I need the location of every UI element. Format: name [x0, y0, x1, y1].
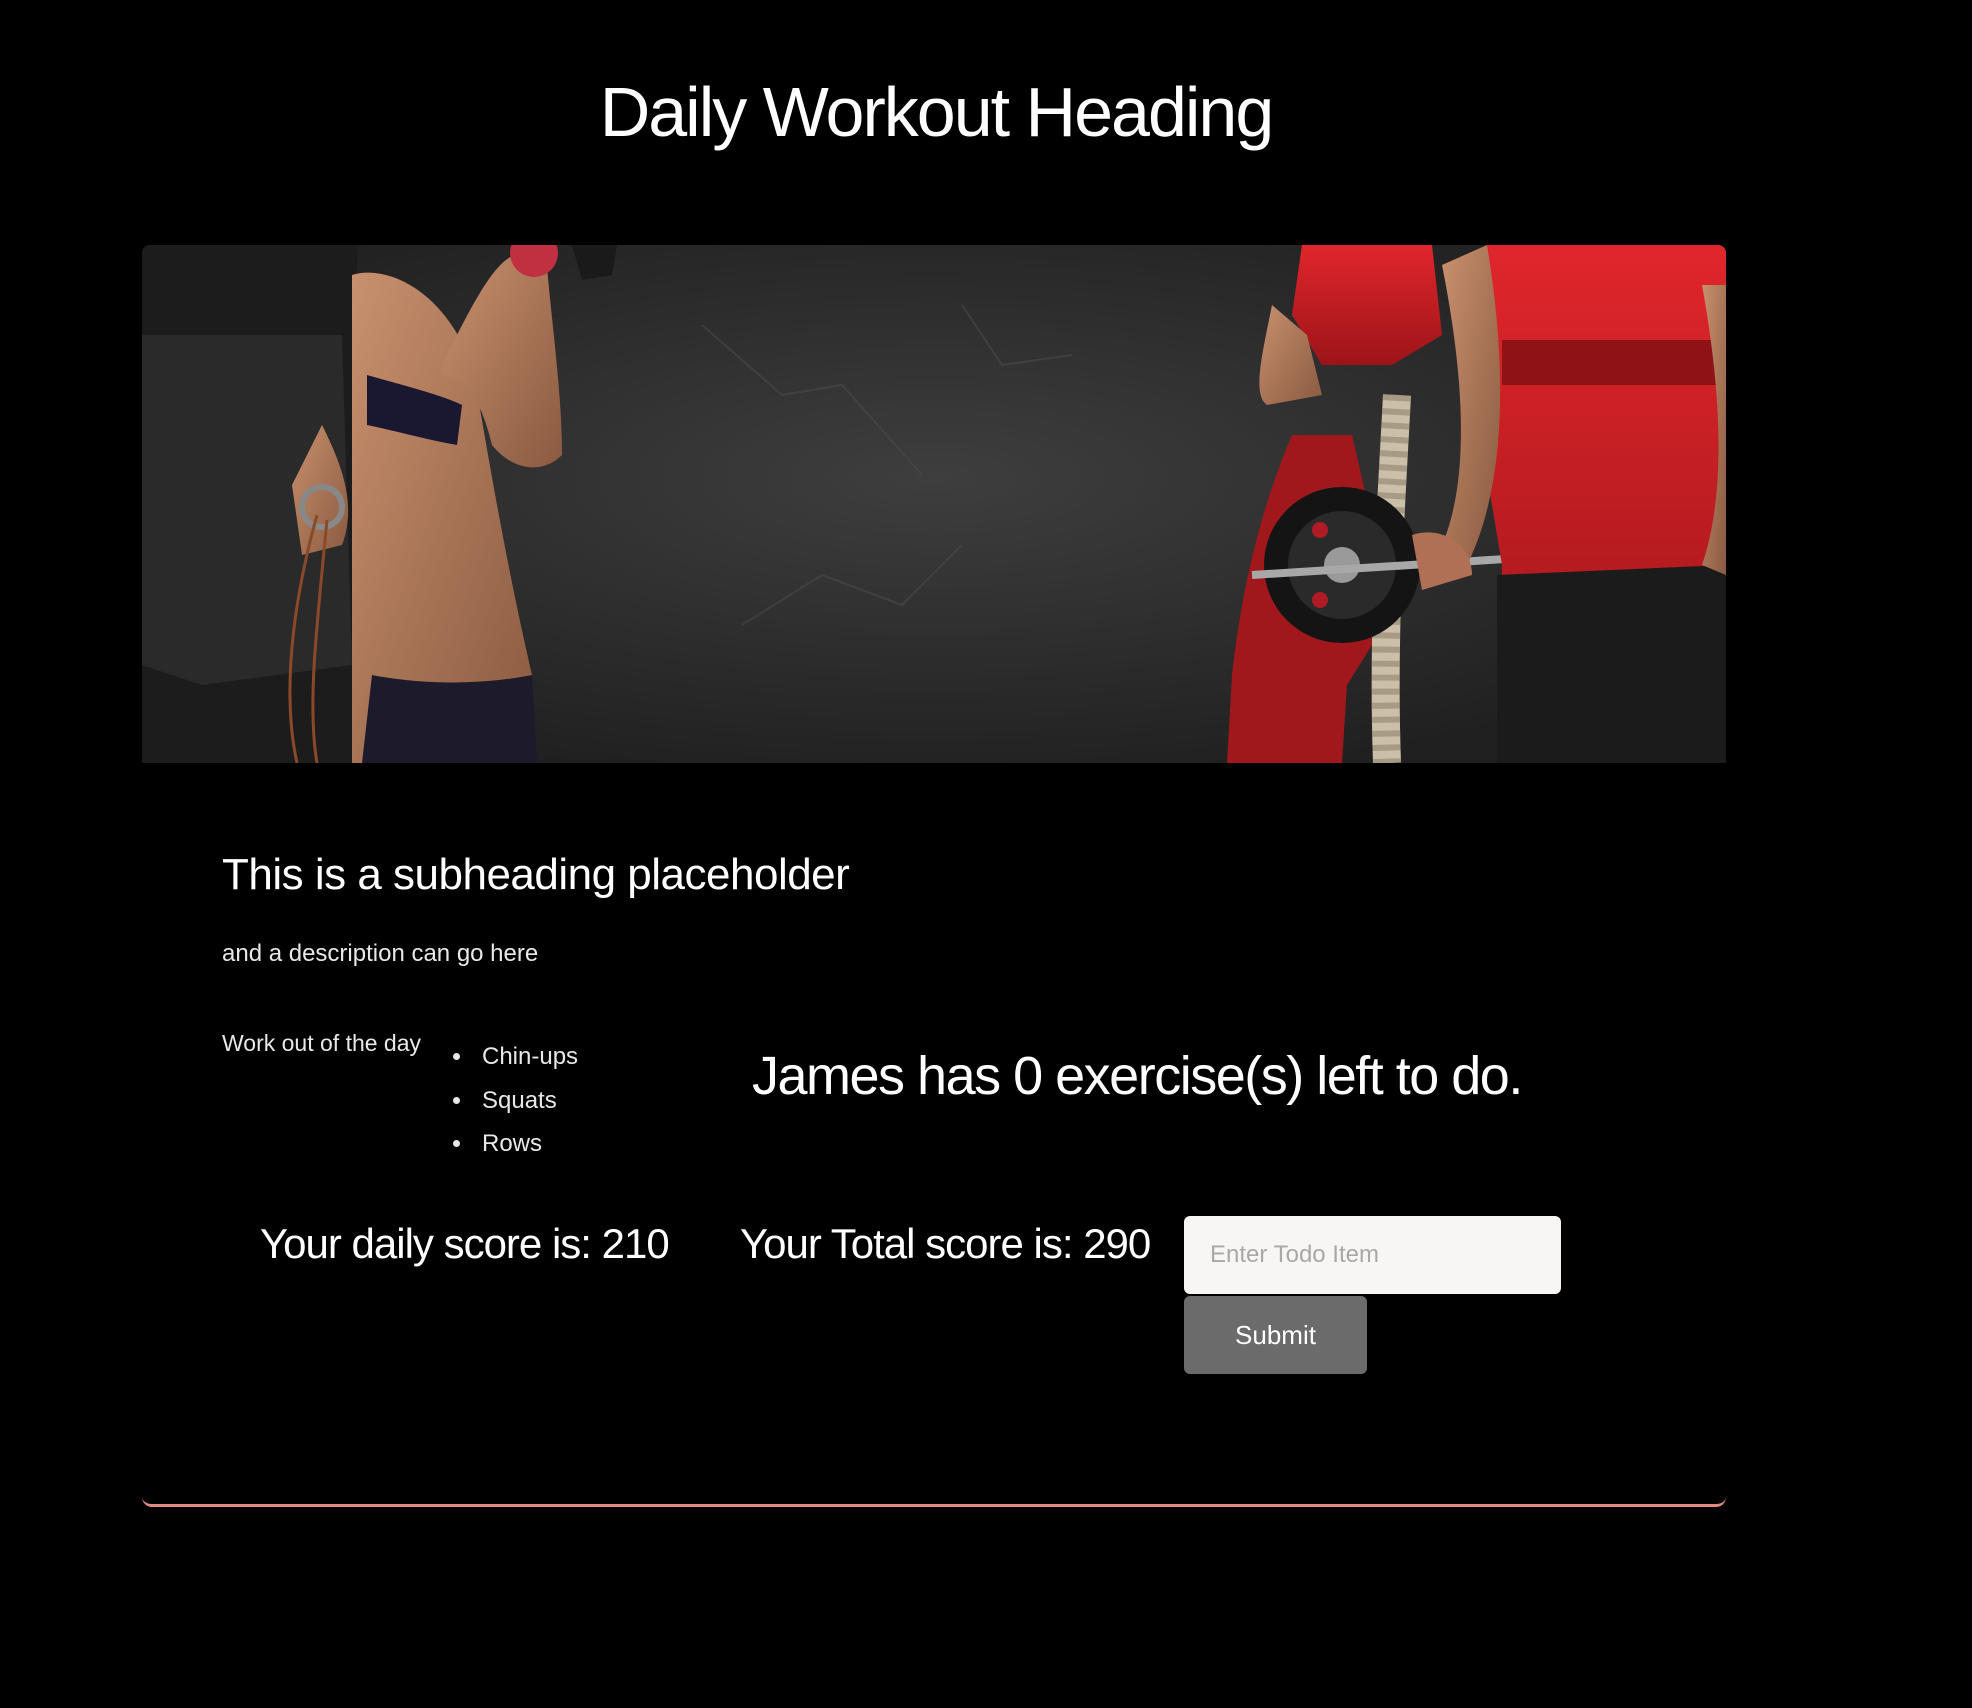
workout-of-the-day-label: Work out of the day	[222, 1030, 422, 1056]
description: and a description can go here	[222, 940, 539, 967]
subheading: This is a subheading placeholder	[222, 850, 850, 899]
todo-input[interactable]	[1184, 1216, 1561, 1294]
submit-button[interactable]: Submit	[1184, 1296, 1367, 1374]
exercise-list: Chin-ups Squats Rows	[432, 1035, 578, 1166]
total-score: Your Total score is: 290	[740, 1220, 1151, 1267]
daily-score: Your daily score is: 210	[260, 1220, 670, 1267]
exercise-item: Rows	[474, 1122, 578, 1166]
page: Daily Workout Heading This is a subheadi…	[0, 0, 1972, 1708]
workout-card: This is a subheading placeholder and a d…	[142, 245, 1726, 1507]
hero-image	[142, 245, 1726, 763]
exercise-item: Chin-ups	[474, 1035, 578, 1079]
page-title: Daily Workout Heading	[599, 73, 1275, 151]
exercise-item: Squats	[474, 1079, 578, 1123]
exercises-remaining-message: James has 0 exercise(s) left to do.	[752, 1046, 1523, 1106]
